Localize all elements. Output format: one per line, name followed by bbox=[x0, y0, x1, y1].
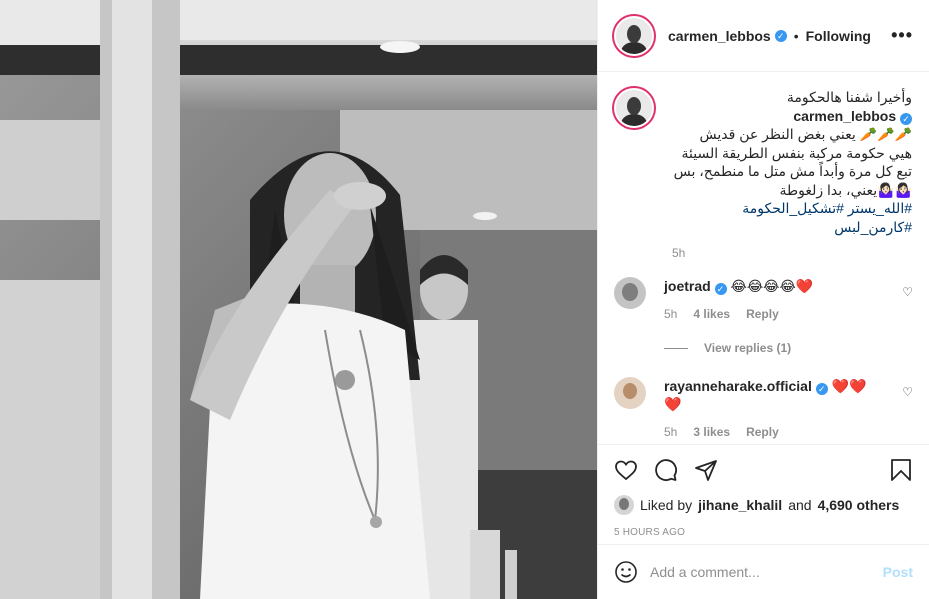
action-icons bbox=[614, 455, 913, 485]
comment-content: rayanneharake.official ✓ ❤️❤️ ❤️ 5h 3 li… bbox=[664, 377, 884, 441]
post-actions: Liked by jihane_khalil and 4,690 others … bbox=[598, 444, 929, 538]
view-replies-button[interactable]: View replies (1) bbox=[664, 341, 913, 355]
caption-line-1-text: وأخيرا شفنا هالحكومة bbox=[786, 89, 912, 105]
caption-hashtags[interactable]: #الله_يستر #تشكيل_الحكومة #كارمن_لبس bbox=[672, 199, 912, 236]
reply-button[interactable]: Reply bbox=[746, 423, 779, 441]
caption-content: وأخيرا شفنا هالحكومة carmen_lebbos ✓ 🥕🥕🥕… bbox=[672, 88, 912, 260]
comment-like-heart-icon[interactable]: ♡ bbox=[902, 285, 913, 323]
verified-badge-icon: ✓ bbox=[900, 112, 912, 125]
caption-line-2: 🥕🥕🥕 يعني بغض النظر عن قديش bbox=[699, 126, 912, 142]
comment-meta: 5h 4 likes Reply bbox=[664, 305, 884, 323]
verified-badge-icon: ✓ bbox=[714, 283, 727, 295]
caption: وأخيرا شفنا هالحكومة carmen_lebbos ✓ 🥕🥕🥕… bbox=[614, 88, 913, 260]
commenter-username[interactable]: rayanneharake.official bbox=[664, 378, 812, 394]
liker-username[interactable]: jihane_khalil bbox=[698, 497, 782, 513]
comment-item: rayanneharake.official ✓ ❤️❤️ ❤️ 5h 3 li… bbox=[614, 377, 913, 441]
author-username[interactable]: carmen_lebbos bbox=[668, 28, 771, 44]
commenter-username[interactable]: joetrad bbox=[664, 278, 711, 294]
share-icon[interactable] bbox=[694, 458, 718, 482]
post-photo-image bbox=[0, 0, 597, 599]
view-replies-label: View replies (1) bbox=[704, 341, 792, 355]
author-avatar[interactable] bbox=[614, 15, 654, 56]
caption-line-1: وأخيرا شفنا هالحكومة carmen_lebbos ✓ bbox=[672, 88, 912, 125]
comment-time: 5h bbox=[664, 307, 678, 321]
comment-content: joetrad ✓ 😂😂😂😂❤️ 5h 4 likes Reply bbox=[664, 277, 884, 323]
replies-divider bbox=[664, 347, 688, 349]
more-options-icon[interactable]: ••• bbox=[891, 25, 913, 46]
caption-time: 5h bbox=[672, 246, 686, 260]
comment-text: 😂😂😂😂❤️ bbox=[730, 278, 814, 294]
comment-time: 5h bbox=[664, 425, 678, 439]
commenter-avatar[interactable] bbox=[614, 277, 646, 309]
caption-line-5: 🤷🏻‍♀️🤷🏻‍♀️يعني، بدا زلغوطة bbox=[779, 181, 912, 198]
post-timestamp[interactable]: 5 HOURS AGO bbox=[614, 527, 913, 538]
liked-by-prefix: Liked by bbox=[640, 497, 693, 513]
bookmark-icon[interactable] bbox=[889, 458, 913, 482]
likes-count[interactable]: 4,690 others bbox=[818, 497, 900, 513]
heart-icon[interactable] bbox=[614, 458, 638, 482]
comment-input[interactable]: Add a comment... bbox=[650, 564, 871, 580]
commenter-avatar[interactable] bbox=[614, 377, 646, 409]
verified-badge-icon: ✓ bbox=[774, 29, 787, 42]
comment-icon[interactable] bbox=[654, 458, 678, 482]
emoji-icon[interactable] bbox=[614, 560, 638, 584]
comments-section[interactable]: وأخيرا شفنا هالحكومة carmen_lebbos ✓ 🥕🥕🥕… bbox=[598, 72, 929, 444]
separator-dot: • bbox=[793, 27, 799, 44]
post-photo[interactable] bbox=[0, 0, 597, 599]
liker-avatar[interactable] bbox=[614, 495, 634, 515]
comment-item: joetrad ✓ 😂😂😂😂❤️ 5h 4 likes Reply ♡ bbox=[614, 277, 913, 323]
caption-username[interactable]: carmen_lebbos ✓ bbox=[793, 107, 912, 126]
comment-meta: 5h 3 likes Reply bbox=[664, 423, 884, 441]
instagram-post: carmen_lebbos ✓ • Following ••• وأخيرا ش… bbox=[0, 0, 929, 599]
post-header: carmen_lebbos ✓ • Following ••• bbox=[598, 0, 929, 72]
post-sidebar: carmen_lebbos ✓ • Following ••• وأخيرا ش… bbox=[597, 0, 929, 599]
liked-by: Liked by jihane_khalil and 4,690 others bbox=[614, 495, 913, 515]
comment-likes[interactable]: 4 likes bbox=[693, 305, 730, 323]
comment-like-heart-icon[interactable]: ♡ bbox=[902, 385, 913, 441]
caption-meta: 5h bbox=[672, 246, 912, 260]
caption-text: وأخيرا شفنا هالحكومة carmen_lebbos ✓ 🥕🥕🥕… bbox=[672, 88, 912, 236]
caption-line-4: تبع كل مرة وأبداً مش متل ما منطمح، بس bbox=[673, 163, 912, 179]
liked-by-and: and bbox=[788, 497, 812, 513]
caption-avatar[interactable] bbox=[614, 88, 654, 128]
author-info: carmen_lebbos ✓ • Following bbox=[668, 28, 871, 44]
comment-likes[interactable]: 3 likes bbox=[693, 423, 730, 441]
post-comment-button[interactable]: Post bbox=[883, 564, 913, 580]
following-button[interactable]: Following bbox=[806, 28, 871, 44]
add-comment-bar: Add a comment... Post bbox=[598, 544, 929, 599]
verified-badge-icon: ✓ bbox=[815, 383, 828, 395]
reply-button[interactable]: Reply bbox=[746, 305, 779, 323]
caption-line-3: هيي حكومة مركبة بنفس الطريقة السيئة bbox=[681, 144, 912, 161]
